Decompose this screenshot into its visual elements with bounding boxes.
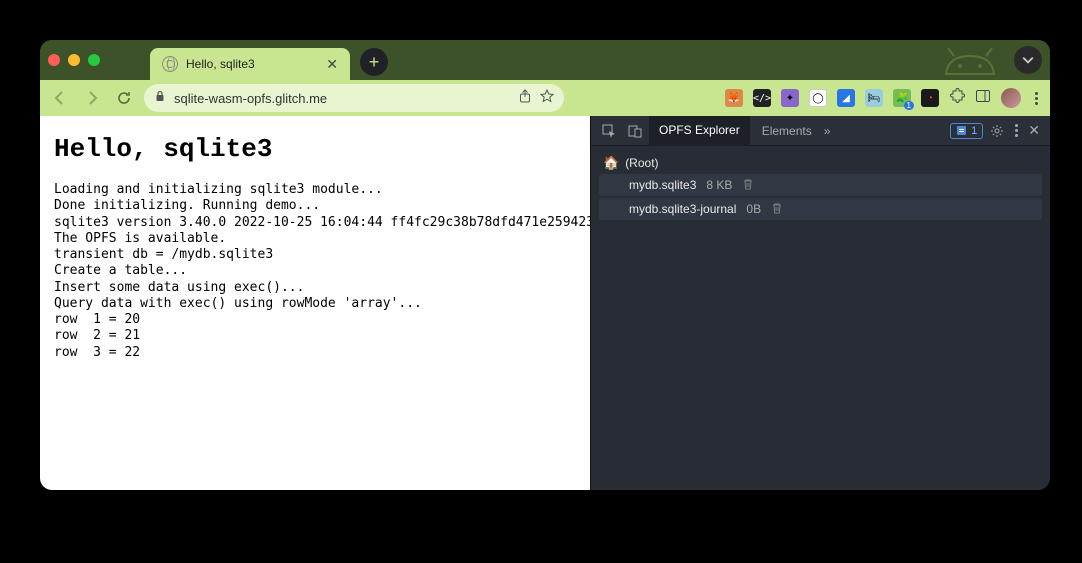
file-name: mydb.sqlite3-journal (629, 202, 736, 216)
window-close-button[interactable] (48, 54, 60, 66)
tab-label: OPFS Explorer (659, 123, 740, 137)
file-name: mydb.sqlite3 (629, 178, 696, 192)
trash-icon[interactable] (771, 202, 783, 217)
house-icon: 🏠 (603, 155, 619, 171)
devtools-menu-button[interactable] (1011, 124, 1022, 137)
side-panel-icon[interactable] (975, 88, 991, 109)
console-output: Loading and initializing sqlite3 module.… (54, 182, 576, 361)
window-minimize-button[interactable] (68, 54, 80, 66)
tree-root[interactable]: 🏠 (Root) (599, 152, 1042, 174)
profile-avatar[interactable] (1001, 88, 1021, 108)
extension-icon[interactable]: 🧩1 (893, 89, 911, 107)
devtools-tab-elements[interactable]: Elements (752, 116, 822, 146)
root-label: (Root) (625, 156, 658, 170)
address-bar[interactable]: sqlite-wasm-opfs.glitch.me (144, 84, 564, 112)
chrome-chevron-button[interactable] (1014, 46, 1042, 74)
extension-icon[interactable]: ◯ (809, 89, 827, 107)
content-area: Hello, sqlite3 Loading and initializing … (40, 116, 1050, 490)
page-content: Hello, sqlite3 Loading and initializing … (40, 116, 590, 490)
browser-window: Hello, sqlite3 ✕ + sqlite-wasm-opfs (40, 40, 1050, 490)
extension-icon[interactable]: ◢ (837, 89, 855, 107)
devtools-settings-icon[interactable] (985, 119, 1009, 143)
bookmark-star-icon[interactable] (540, 89, 554, 108)
new-tab-button[interactable]: + (360, 48, 388, 76)
lock-icon (154, 89, 166, 107)
back-button[interactable] (48, 86, 72, 110)
browser-toolbar: sqlite-wasm-opfs.glitch.me 🦊 </> ✦ ◯ ◢ 🛏… (40, 80, 1050, 116)
share-icon[interactable] (518, 89, 532, 108)
globe-icon (162, 56, 178, 72)
tree-file-row[interactable]: mydb.sqlite3-journal 0B (599, 198, 1042, 220)
reload-button[interactable] (112, 86, 136, 110)
tree-file-row[interactable]: mydb.sqlite3 8 KB (599, 174, 1042, 196)
extensions-puzzle-icon[interactable] (949, 88, 965, 109)
window-zoom-button[interactable] (88, 54, 100, 66)
android-icon (940, 44, 1000, 78)
extension-icon[interactable]: 🛏 (865, 89, 883, 107)
trash-icon[interactable] (742, 178, 754, 193)
issues-badge[interactable]: 1 (950, 123, 983, 139)
chrome-menu-button[interactable] (1031, 92, 1042, 105)
badge-count: 1 (971, 125, 977, 137)
file-size: 0B (746, 202, 761, 216)
devtools-tab-opfs[interactable]: OPFS Explorer (649, 116, 750, 146)
opfs-tree: 🏠 (Root) mydb.sqlite3 8 KB mydb.sqlite3-jo… (591, 146, 1050, 228)
extension-icon[interactable]: </> (753, 89, 771, 107)
devtools-close-button[interactable]: ✕ (1024, 122, 1044, 139)
tab-close-button[interactable]: ✕ (326, 56, 338, 73)
extension-icon[interactable]: ◔ (921, 89, 939, 107)
extension-icon[interactable]: 🦊 (725, 89, 743, 107)
page-heading: Hello, sqlite3 (54, 134, 576, 164)
tab-title: Hello, sqlite3 (186, 57, 318, 71)
forward-button[interactable] (80, 86, 104, 110)
more-tabs-icon[interactable]: » (824, 124, 831, 138)
extension-icon[interactable]: ✦ (781, 89, 799, 107)
tab-strip: Hello, sqlite3 ✕ + (40, 40, 1050, 80)
file-size: 8 KB (706, 178, 732, 192)
devtools-panel: OPFS Explorer Elements » 1 ✕ (590, 116, 1050, 490)
inspect-element-icon[interactable] (597, 119, 621, 143)
browser-tab[interactable]: Hello, sqlite3 ✕ (150, 48, 350, 80)
tab-label: Elements (762, 124, 812, 138)
extension-icons: 🦊 </> ✦ ◯ ◢ 🛏 🧩1 ◔ (725, 88, 1042, 109)
url-text: sqlite-wasm-opfs.glitch.me (174, 91, 510, 106)
window-controls (48, 54, 100, 66)
devtools-tab-bar: OPFS Explorer Elements » 1 ✕ (591, 116, 1050, 146)
device-toolbar-icon[interactable] (623, 119, 647, 143)
